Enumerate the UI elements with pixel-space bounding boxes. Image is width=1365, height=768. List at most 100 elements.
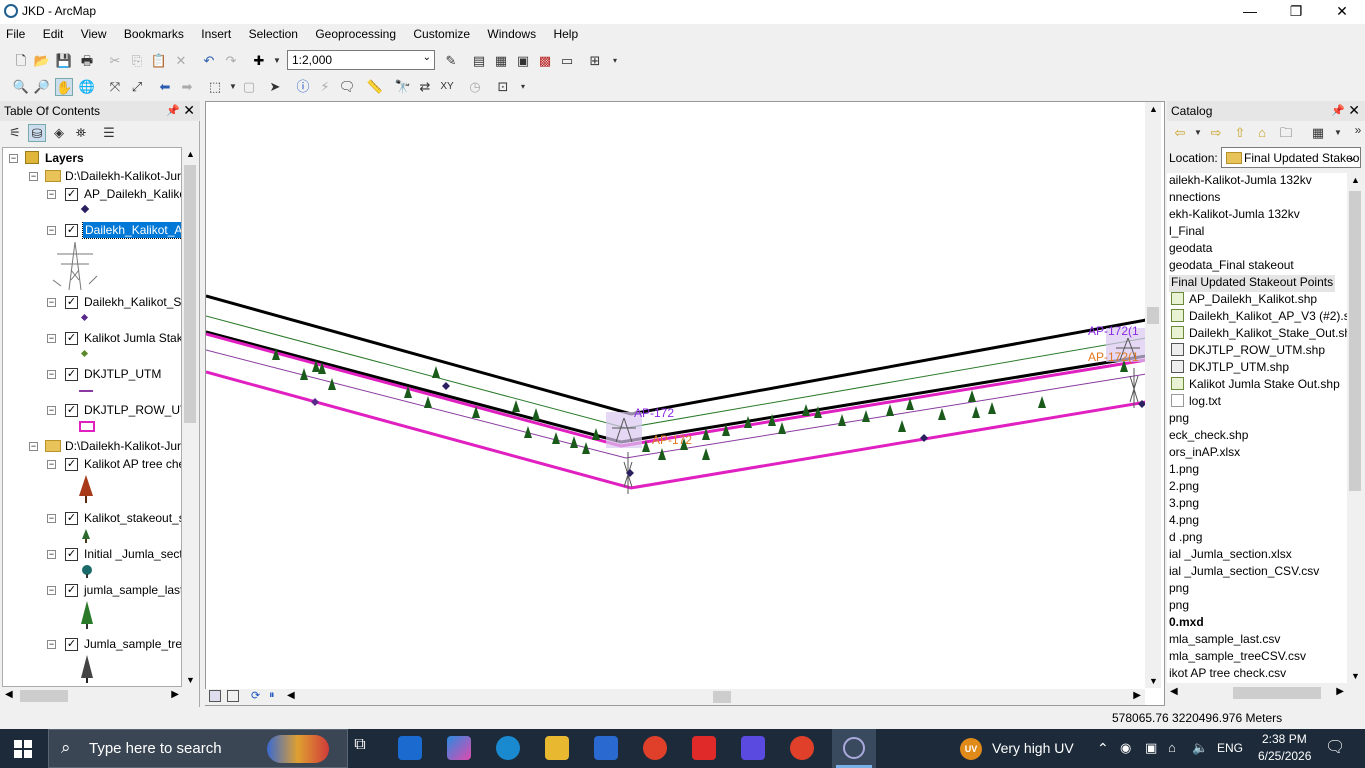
go-to-xy-icon[interactable]: XY — [438, 78, 456, 96]
scroll-right-icon[interactable]: ▶ — [1133, 690, 1141, 701]
collapse-icon[interactable]: − — [29, 442, 38, 451]
layer-visibility-checkbox[interactable]: ✓ — [65, 224, 78, 237]
collapse-icon[interactable]: − — [47, 190, 56, 199]
scrollbar-thumb[interactable] — [1147, 307, 1159, 324]
show-hidden-icons-chevron-icon[interactable]: ⌃ — [1097, 740, 1109, 757]
scroll-right-icon[interactable]: ▶ — [171, 689, 179, 700]
catalog-item[interactable]: mla_sample_last.csv — [1169, 632, 1280, 649]
create-viewer-window-icon[interactable]: ⊡ — [494, 78, 512, 96]
layer-visibility-checkbox[interactable]: ✓ — [65, 512, 78, 525]
scrollbar-thumb[interactable] — [184, 165, 196, 423]
clock-date[interactable]: 6/25/2026 — [1258, 749, 1311, 763]
collapse-icon[interactable]: − — [47, 586, 56, 595]
back-icon[interactable]: ⇦ — [1171, 124, 1189, 142]
layer-row[interactable]: − ✓ Kalikot_stakeout_s — [3, 510, 181, 528]
edge-icon[interactable] — [496, 736, 520, 760]
menu-view[interactable]: View — [74, 24, 114, 44]
scroll-down-icon[interactable]: ▼ — [1149, 676, 1158, 686]
toc-vertical-scrollbar[interactable]: ▲ ▼ — [182, 147, 198, 687]
map-vertical-scrollbar[interactable]: ▲ ▼ — [1145, 102, 1161, 688]
catalog-item[interactable]: png — [1169, 581, 1189, 598]
catalog-item-selected-folder[interactable]: Final Updated Stakeout Points — [1169, 275, 1336, 292]
list-by-drawing-order-icon[interactable]: ⚟ — [6, 124, 24, 142]
scrollbar-thumb[interactable] — [1233, 687, 1321, 699]
layer-row[interactable]: − ✓ Dailekh_Kalikot_AP — [3, 222, 181, 240]
catalog-item[interactable]: png — [1169, 598, 1189, 615]
scrollbar-thumb[interactable] — [1349, 191, 1361, 491]
map-horizontal-scrollbar[interactable]: ⟳ ⏸ ◀ ▶ — [205, 689, 1145, 705]
list-by-visibility-icon[interactable]: ◈ — [50, 124, 68, 142]
catalog-item[interactable]: d .png — [1169, 530, 1202, 547]
volume-icon[interactable]: 🔈 — [1192, 740, 1208, 756]
cut-icon[interactable]: ✂ — [106, 52, 124, 70]
collapse-icon[interactable]: − — [47, 226, 56, 235]
layer-row[interactable]: − ✓ Dailekh_Kalikot_Sta — [3, 294, 181, 312]
collapse-icon[interactable]: − — [9, 154, 18, 163]
menu-customize[interactable]: Customize — [406, 24, 477, 44]
tray-app-icon[interactable]: ◉ — [1120, 740, 1131, 756]
layer-row[interactable]: − ✓ jumla_sample_last — [3, 582, 181, 600]
menu-edit[interactable]: Edit — [36, 24, 71, 44]
layer-row[interactable]: − ✓ Jumla_sample_tree — [3, 636, 181, 654]
scroll-up-icon[interactable]: ▲ — [186, 149, 195, 159]
close-button[interactable]: ✕ — [1319, 0, 1365, 24]
layer-row[interactable]: − ✓ Initial _Jumla_secti — [3, 546, 181, 564]
paste-icon[interactable]: 📋 — [150, 52, 168, 70]
select-features-icon[interactable]: ⬚ — [206, 78, 224, 96]
scroll-down-icon[interactable]: ▼ — [1351, 671, 1360, 681]
add-data-icon[interactable]: ✚ — [250, 52, 268, 70]
layer-visibility-checkbox[interactable]: ✓ — [65, 332, 78, 345]
pause-drawing-icon[interactable]: ⏸ — [269, 689, 275, 702]
maximize-button[interactable]: ❐ — [1273, 0, 1319, 24]
layer-row[interactable]: − ✓ AP_Dailekh_Kalikot — [3, 186, 181, 204]
catalog-item[interactable]: 4.png — [1169, 513, 1199, 530]
scroll-right-icon[interactable]: ▶ — [1336, 686, 1344, 697]
catalog-item[interactable]: 1.png — [1169, 462, 1199, 479]
catalog-item[interactable]: png — [1169, 411, 1189, 428]
layer-visibility-checkbox[interactable]: ✓ — [65, 458, 78, 471]
menu-windows[interactable]: Windows — [480, 24, 543, 44]
chevron-down-icon[interactable]: ⌄ — [1347, 150, 1357, 164]
measure-icon[interactable]: 📏 — [366, 78, 384, 96]
windows-start-icon[interactable] — [14, 740, 32, 758]
catalog-item[interactable]: 2.png — [1169, 479, 1199, 496]
catalog-item[interactable]: geodata_Final stakeout — [1169, 258, 1294, 275]
table-of-contents-icon[interactable]: ▤ — [470, 52, 488, 70]
scroll-left-icon[interactable]: ◀ — [5, 689, 13, 700]
refresh-icon[interactable]: ⟳ — [251, 689, 260, 702]
toc-horizontal-scrollbar[interactable]: ◀ ▶ — [2, 688, 182, 704]
delete-icon[interactable]: ✕ — [172, 52, 190, 70]
catalog-item[interactable]: eck_check.shp — [1169, 428, 1248, 445]
pin-icon[interactable]: 📌 — [166, 104, 180, 117]
forward-icon[interactable]: ⇨ — [1207, 124, 1225, 142]
location-combobox[interactable]: Final Updated Stakeo ⌄ — [1221, 147, 1361, 168]
collapse-icon[interactable]: − — [47, 298, 56, 307]
scroll-up-icon[interactable]: ▲ — [1149, 104, 1158, 114]
select-elements-icon[interactable]: ➤ — [266, 78, 284, 96]
chrome-icon[interactable] — [643, 736, 667, 760]
menu-geoprocessing[interactable]: Geoprocessing — [308, 24, 403, 44]
catalog-item[interactable]: ikot AP tree check.csv — [1169, 666, 1286, 683]
menu-help[interactable]: Help — [546, 24, 585, 44]
up-one-level-icon[interactable]: ⇧ — [1231, 124, 1249, 142]
catalog-shapefile-item[interactable]: DKJTLP_ROW_UTM.shp — [1171, 343, 1325, 360]
scroll-left-icon[interactable]: ◀ — [287, 690, 295, 701]
views-icon[interactable]: ▦ — [1309, 124, 1327, 142]
arcmap-taskbar-button[interactable] — [832, 729, 876, 768]
catalog-shapefile-item[interactable]: Kalikot Jumla Stake Out.shp — [1171, 377, 1340, 394]
full-extent-icon[interactable]: 🌐 — [78, 78, 96, 96]
layer-visibility-checkbox[interactable]: ✓ — [65, 638, 78, 651]
catalog-item[interactable]: ekh-Kalikot-Jumla 132kv — [1169, 207, 1300, 224]
catalog-shapefile-item[interactable]: Dailekh_Kalikot_Stake_Out.sh — [1171, 326, 1347, 343]
layer-row[interactable]: − ✓ DKJTLP_ROW_UTM — [3, 402, 181, 420]
catalog-item[interactable]: 3.png — [1169, 496, 1199, 513]
microsoft-store-icon[interactable] — [594, 736, 618, 760]
minimize-button[interactable]: — — [1227, 0, 1273, 24]
catalog-item[interactable]: ial _Jumla_section_CSV.csv — [1169, 564, 1319, 581]
weather-text[interactable]: Very high UV — [992, 740, 1074, 756]
data-view-icon[interactable] — [209, 690, 221, 702]
fixed-zoom-out-icon[interactable]: ⤢ — [128, 78, 146, 96]
new-document-icon[interactable]: 🗋 — [12, 52, 30, 70]
identify-icon[interactable]: ⓘ — [294, 78, 312, 96]
collapse-icon[interactable]: − — [47, 406, 56, 415]
